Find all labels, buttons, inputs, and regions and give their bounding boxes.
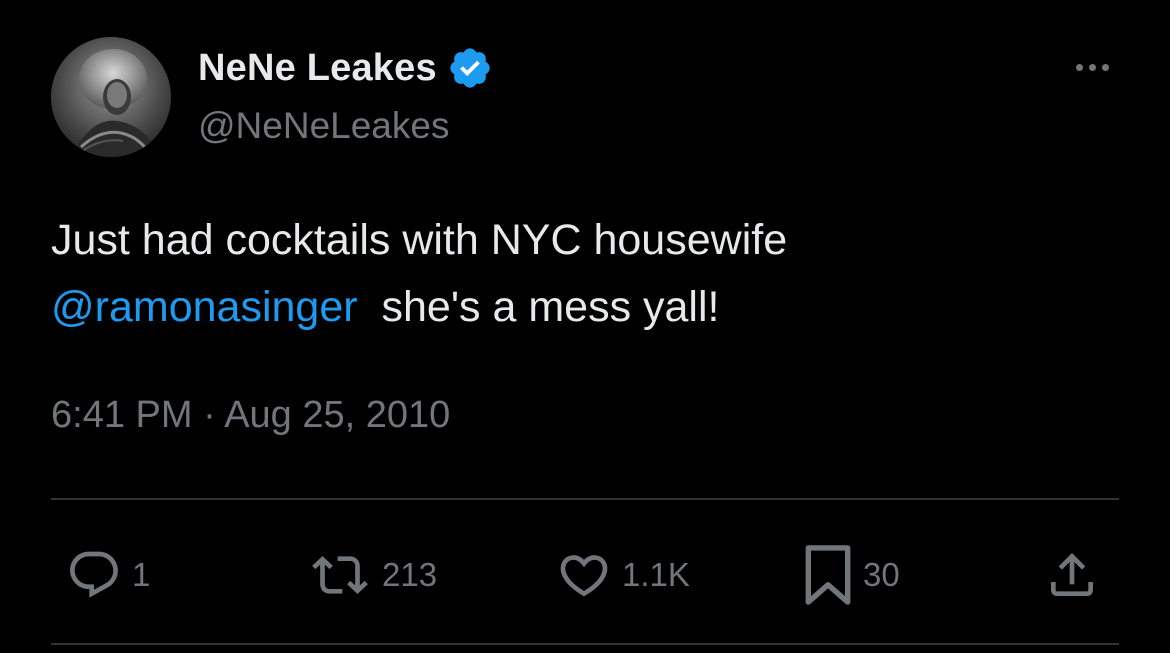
share-button[interactable] (1044, 545, 1100, 605)
tweet-text-line-1: Just had cocktails with NYC housewife (51, 216, 788, 264)
mention-link[interactable]: @ramonasinger (51, 283, 358, 331)
tweet-timestamp[interactable]: 6:41 PM · Aug 25, 2010 (51, 394, 450, 437)
display-name[interactable]: NeNe Leakes (198, 47, 437, 90)
dot (1088, 63, 1096, 71)
avatar-image (51, 37, 171, 157)
reply-icon (70, 551, 118, 598)
reply-count: 1 (132, 556, 151, 593)
tweet-card: NeNe Leakes @NeNeLeakes Just had cocktai… (0, 0, 1170, 653)
dot (1101, 63, 1109, 71)
author-name-row: NeNe Leakes (198, 43, 493, 93)
author-handle[interactable]: @NeNeLeakes (198, 105, 449, 147)
heart-icon (560, 555, 608, 597)
verified-badge-icon[interactable] (447, 45, 493, 91)
tweet-text: Just had cocktails with NYC housewife @r… (51, 207, 1121, 341)
more-options-icon[interactable] (1062, 52, 1122, 82)
retweet-count: 213 (382, 556, 438, 593)
like-count: 1.1K (622, 556, 690, 593)
divider (51, 498, 1119, 500)
avatar[interactable] (51, 37, 171, 157)
bookmark-button[interactable]: 30 (803, 545, 900, 605)
retweet-icon (312, 556, 368, 594)
like-button[interactable]: 1.1K (556, 545, 690, 605)
reply-button[interactable]: 1 (66, 545, 150, 605)
tweet-text-line-2: @ramonasinger she's a mess yall! (51, 274, 1121, 341)
tweet-text-rest: she's a mess yall! (381, 283, 720, 331)
retweet-button[interactable]: 213 (308, 545, 437, 605)
bookmark-icon (805, 545, 851, 605)
share-icon (1051, 553, 1093, 596)
bookmark-count: 30 (863, 556, 900, 593)
divider (51, 643, 1119, 645)
dot (1075, 63, 1083, 71)
